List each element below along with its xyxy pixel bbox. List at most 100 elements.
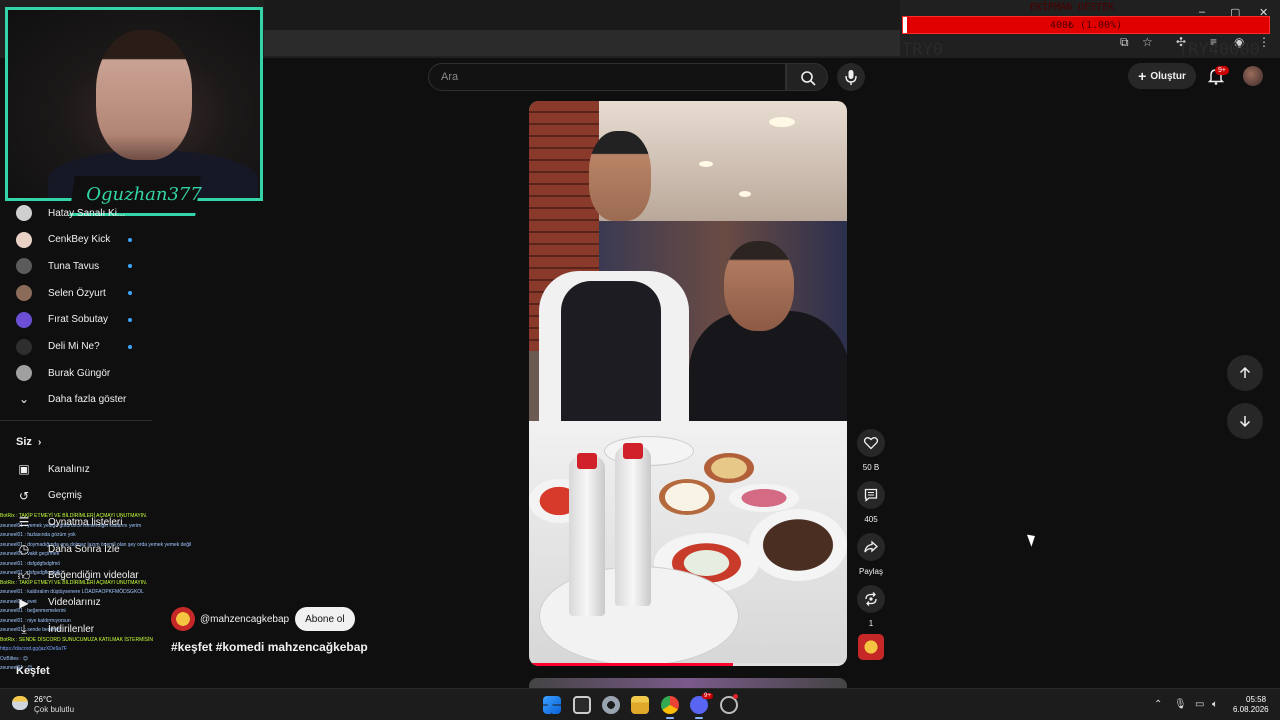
search-input[interactable]: Ara (428, 63, 786, 91)
channel-avatar[interactable] (171, 607, 195, 631)
weather-cloudy-icon[interactable] (12, 696, 28, 710)
you-item[interactable]: ▶ Videolarınız (0, 590, 160, 616)
remix-button[interactable] (857, 585, 885, 613)
history-icon: ↺ (18, 488, 30, 503)
address-bar[interactable] (264, 30, 900, 56)
subscription-item[interactable]: Fırat Sobutay (0, 307, 160, 333)
channel-avatar (16, 365, 32, 382)
subscription-label: CenkBey Kick (48, 234, 111, 246)
subscription-item[interactable]: Selen Özyurt (0, 280, 160, 306)
next-short-button[interactable] (1227, 403, 1263, 439)
subscription-label: Hatay Sanalı Ki... (48, 207, 126, 219)
you-section-header[interactable]: Siz › (16, 436, 41, 448)
notification-badge: 9+ (1215, 66, 1229, 75)
chrome-icon[interactable] (661, 696, 679, 719)
you-item[interactable]: 👍︎ Beğendiğim videolar (0, 563, 160, 589)
remix-icon (865, 592, 877, 606)
subscription-item[interactable]: CenkBey Kick (0, 227, 160, 253)
like-icon: 👍︎ (17, 568, 31, 583)
microphone-tray-icon[interactable]: 🎙︎ (1174, 699, 1187, 710)
short-description[interactable]: #keşfet #komedi mahzencağkebap (171, 640, 368, 654)
share-icon (864, 540, 878, 553)
donation-goal-bar: 400₺ (1.00%) (902, 16, 1270, 34)
you-item[interactable]: ↺ Geçmiş (0, 483, 160, 509)
recording-dot-icon (733, 694, 738, 699)
you-item-label: Kanalınız (48, 463, 90, 475)
short-video-player[interactable] (529, 101, 847, 666)
download-icon: ⤓ (21, 622, 27, 637)
donation-goal-text: 400₺ (1.00%) (1049, 20, 1123, 31)
share-button[interactable] (857, 533, 885, 561)
plus-icon: + (1138, 68, 1147, 84)
previous-short-button[interactable] (1227, 355, 1263, 391)
subscribe-button[interactable]: Abone ol (295, 607, 355, 631)
start-button-icon[interactable] (543, 696, 561, 714)
you-item[interactable]: ☰ Oynatma listeleri (0, 509, 160, 535)
heart-icon (863, 437, 879, 450)
new-content-dot (128, 264, 132, 269)
your-videos-icon: ▶ (19, 595, 29, 610)
remix-count: 1 (868, 619, 874, 628)
you-item[interactable]: ▣ Kanalınız (0, 456, 160, 482)
taskbar: 26°C Çok bulutlu 9+ ⌃ 🎙︎ ▭ 🔈︎ 05:58 6.08… (0, 688, 1280, 720)
channel-avatar (16, 285, 32, 302)
channel-handle[interactable]: @mahzencagkebap (200, 614, 289, 625)
subscription-item[interactable]: Deli Mi Ne? (0, 334, 160, 360)
subscription-label: Burak Güngör (48, 367, 111, 379)
clock-time[interactable]: 05:58 (1246, 695, 1266, 704)
arrow-down-icon (1239, 416, 1251, 428)
channel-row: @mahzencagkebap Abone ol (171, 607, 355, 631)
you-item[interactable]: ⤓ İndirilenler (0, 616, 160, 642)
like-count: 50 B (862, 463, 880, 472)
you-item-label: Geçmiş (48, 490, 82, 502)
settings-gear-icon[interactable] (602, 696, 620, 714)
display-icon[interactable]: ▭ (1195, 699, 1204, 710)
tab-strip[interactable] (264, 0, 900, 30)
clock-date[interactable]: 6.08.2026 (1233, 705, 1269, 714)
you-item[interactable]: ◷ Daha Sonra İzle (0, 536, 160, 562)
install-icon[interactable]: ⧉ (1120, 35, 1129, 50)
weather-description[interactable]: Çok bulutlu (34, 705, 74, 714)
subscription-label: Fırat Sobutay (48, 314, 109, 326)
you-item-label: Oynatma listeleri (48, 516, 123, 528)
new-content-dot (128, 237, 132, 242)
chevron-up-icon[interactable]: ⌃ (1154, 699, 1162, 710)
channel-icon: ▣ (18, 462, 30, 476)
file-explorer-icon[interactable] (631, 696, 649, 714)
streamer-face (96, 30, 192, 160)
search-placeholder: Ara (441, 71, 459, 83)
sound-thumbnail[interactable] (858, 634, 884, 660)
goal-title: EKİPMAN DESTEK (1030, 2, 1115, 13)
you-item-label: Daha Sonra İzle (48, 543, 120, 555)
like-button[interactable] (857, 429, 885, 457)
subscription-item[interactable]: Hatay Sanalı Ki... (0, 200, 160, 226)
share-label: Paylaş (858, 567, 883, 576)
create-button[interactable]: + Oluştur (1128, 63, 1196, 89)
subscription-item[interactable]: Tuna Tavus (0, 253, 160, 279)
weather-temperature[interactable]: 26°C (34, 695, 52, 704)
subscription-item[interactable]: Burak Güngör (0, 360, 160, 386)
you-item-label: Beğendiğim videolar (48, 570, 139, 582)
show-more-label: Daha fazla göster (48, 393, 127, 405)
video-progress-bar[interactable] (529, 663, 847, 666)
show-more-button[interactable]: ⌄ Daha fazla göster (0, 386, 160, 412)
chevron-right-icon: › (37, 437, 42, 448)
playlist-icon: ☰ (18, 515, 30, 530)
task-view-icon[interactable] (573, 696, 591, 714)
bookmark-star-icon[interactable]: ☆ (1142, 35, 1153, 49)
volume-icon[interactable]: 🔈︎ (1212, 699, 1218, 710)
account-avatar[interactable] (1243, 66, 1263, 86)
sidebar-divider (0, 420, 152, 421)
voice-search-button[interactable] (837, 63, 865, 91)
search-button[interactable] (786, 63, 828, 91)
comment-button[interactable] (857, 481, 885, 509)
comment-icon (864, 488, 878, 502)
channel-avatar (16, 258, 32, 275)
chat-message: OzBiltes : 😊 (0, 655, 28, 662)
arrow-up-icon (1239, 366, 1251, 378)
you-item-label: İndirilenler (48, 623, 95, 635)
comment-count: 405 (864, 515, 878, 524)
channel-avatar (16, 231, 32, 248)
new-content-dot (128, 291, 132, 296)
channel-avatar (16, 205, 32, 221)
